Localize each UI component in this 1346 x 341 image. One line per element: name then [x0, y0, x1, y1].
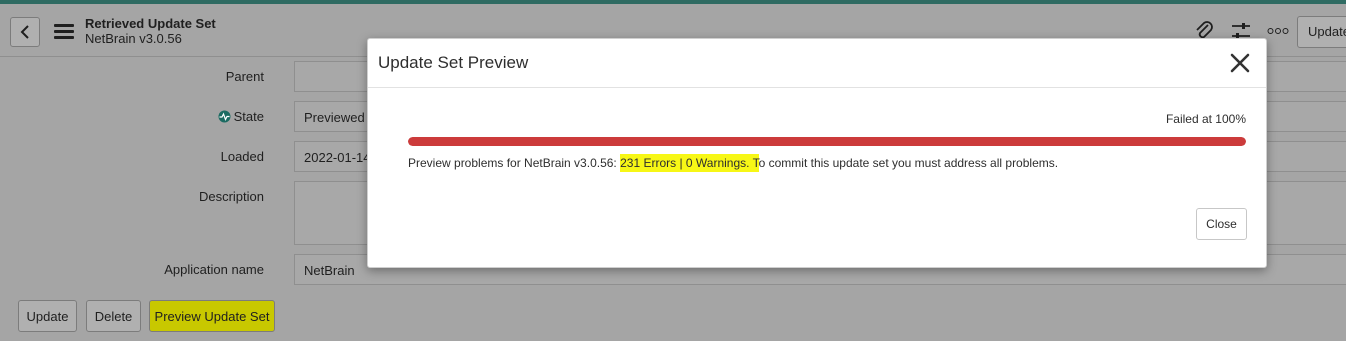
state-label-wrap: State	[0, 109, 264, 124]
record-titles: Retrieved Update Set NetBrain v3.0.56	[85, 16, 216, 46]
message-prefix: Preview problems for NetBrain v3.0.56:	[408, 156, 621, 170]
close-button[interactable]: Close	[1196, 208, 1247, 240]
progress-status: Failed at 100%	[1165, 112, 1246, 126]
back-button[interactable]	[10, 17, 40, 47]
update-button[interactable]: Update	[18, 300, 77, 332]
message-suffix: o commit this update set you must addres…	[758, 156, 1059, 170]
error-count-highlight: 231 Errors | 0 Warnings. T	[620, 154, 759, 172]
more-icon[interactable]	[1267, 26, 1289, 36]
parent-label: Parent	[225, 69, 264, 84]
loaded-label: Loaded	[220, 149, 264, 164]
state-icon	[218, 110, 231, 123]
close-icon[interactable]	[1228, 51, 1252, 75]
progress-fill	[408, 137, 1246, 146]
dialog-header: Update Set Preview	[368, 39, 1266, 88]
application-name-label: Application name	[164, 262, 264, 277]
update-set-preview-dialog: Update Set Preview Failed at 100% Previe…	[367, 38, 1267, 268]
record-name-subtitle: NetBrain v3.0.56	[85, 31, 182, 46]
preview-message: Preview problems for NetBrain v3.0.56: 2…	[408, 154, 1059, 172]
progress-bar	[408, 137, 1246, 146]
record-type-title: Retrieved Update Set	[85, 16, 216, 31]
back-icon	[20, 25, 29, 39]
menu-icon[interactable]	[54, 24, 74, 40]
description-label: Description	[198, 189, 264, 204]
state-label: State	[233, 109, 264, 124]
preview-update-set-button[interactable]: Preview Update Set	[149, 300, 275, 332]
dialog-title: Update Set Preview	[378, 53, 529, 72]
delete-button[interactable]: Delete	[86, 300, 141, 332]
update-header-button[interactable]: Update	[1297, 16, 1346, 48]
